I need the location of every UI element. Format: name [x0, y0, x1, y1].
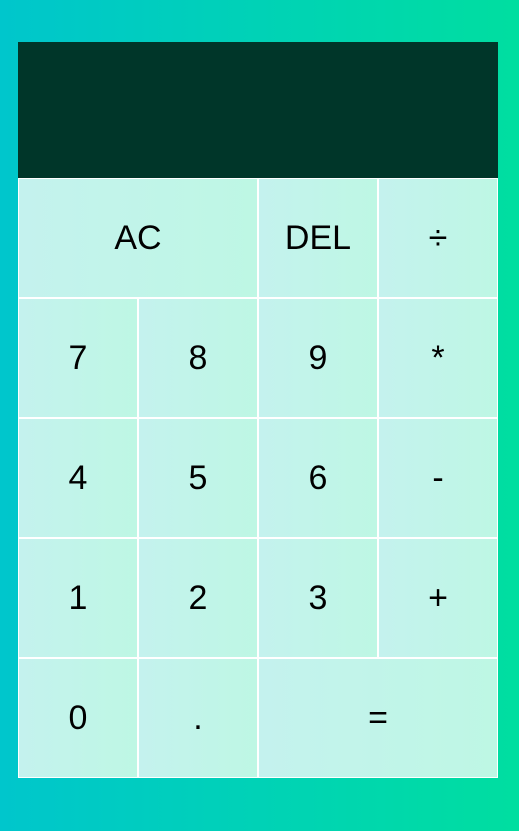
- digit-0-button[interactable]: 0: [18, 658, 138, 778]
- digit-4-button[interactable]: 4: [18, 418, 138, 538]
- multiply-button[interactable]: *: [378, 298, 498, 418]
- digit-3-button[interactable]: 3: [258, 538, 378, 658]
- all-clear-button[interactable]: AC: [18, 178, 258, 298]
- decimal-button[interactable]: .: [138, 658, 258, 778]
- equals-button[interactable]: =: [258, 658, 498, 778]
- digit-2-button[interactable]: 2: [138, 538, 258, 658]
- calculator: AC DEL ÷ 7 8 9 * 4 5 6 - 1 2 3 + 0 . =: [18, 42, 498, 778]
- delete-button[interactable]: DEL: [258, 178, 378, 298]
- digit-6-button[interactable]: 6: [258, 418, 378, 538]
- digit-5-button[interactable]: 5: [138, 418, 258, 538]
- digit-7-button[interactable]: 7: [18, 298, 138, 418]
- divide-button[interactable]: ÷: [378, 178, 498, 298]
- digit-8-button[interactable]: 8: [138, 298, 258, 418]
- subtract-button[interactable]: -: [378, 418, 498, 538]
- digit-9-button[interactable]: 9: [258, 298, 378, 418]
- digit-1-button[interactable]: 1: [18, 538, 138, 658]
- display: [18, 42, 498, 178]
- add-button[interactable]: +: [378, 538, 498, 658]
